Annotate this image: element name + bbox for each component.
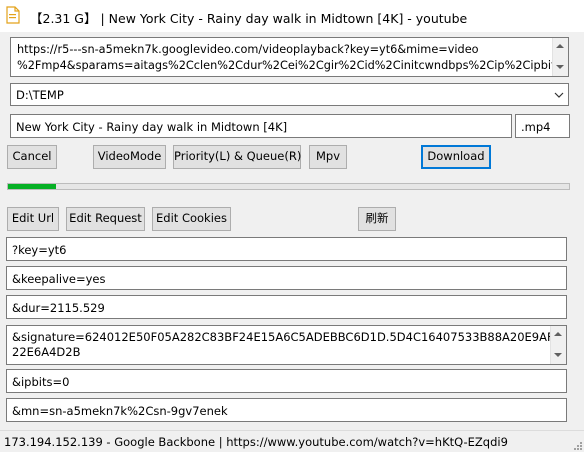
title-size: 【2.31 G】: [30, 11, 97, 26]
url-text: https://r5---sn-a5mekn7k.googlevideo.com…: [17, 43, 562, 72]
status-text: 173.194.152.139 - Google Backbone | http…: [4, 435, 508, 449]
param-ipbits-text: &ipbits=0: [12, 375, 70, 389]
cancel-button[interactable]: Cancel: [7, 145, 57, 169]
save-dir-text: D:\TEMP: [16, 88, 64, 102]
param-mn-text: &mn=sn-a5mekn7k%2Csn-9gv7enek: [12, 404, 228, 418]
param-keepalive-text: &keepalive=yes: [12, 272, 106, 286]
param-signature-text: &signature=624012E50F05A282C83BF24E15A6C…: [12, 330, 567, 359]
signature-scrollbar[interactable]: [550, 326, 566, 364]
param-mn-field[interactable]: &mn=sn-a5mekn7k%2Csn-9gv7enek: [6, 398, 567, 422]
param-key-text: ?key=yt6: [12, 243, 67, 257]
download-progress-bar: [7, 183, 570, 190]
scroll-up-arrow[interactable]: [554, 332, 562, 336]
param-signature-field[interactable]: &signature=624012E50F05A282C83BF24E15A6C…: [6, 325, 567, 365]
file-ext-input[interactable]: .mp4: [515, 114, 570, 138]
save-dir-combo[interactable]: D:\TEMP: [10, 83, 569, 106]
refresh-button[interactable]: 刷新: [358, 207, 396, 231]
size-grip-icon[interactable]: [572, 440, 582, 450]
file-ext-text: .mp4: [521, 120, 551, 134]
videomode-button[interactable]: VideoMode: [93, 145, 166, 169]
title-bar: 【2.31 G】 | New York City - Rainy day wal…: [0, 0, 584, 32]
file-name-input[interactable]: New York City - Rainy day walk in Midtow…: [10, 114, 512, 138]
url-textarea[interactable]: https://r5---sn-a5mekn7k.googlevideo.com…: [10, 37, 569, 77]
scroll-up-arrow[interactable]: [556, 44, 564, 48]
scroll-down-arrow[interactable]: [554, 353, 562, 357]
url-scrollbar[interactable]: [552, 38, 568, 76]
status-bar: 173.194.152.139 - Google Backbone | http…: [0, 430, 584, 452]
param-ipbits-field[interactable]: &ipbits=0: [6, 369, 567, 393]
param-dur-text: &dur=2115.529: [12, 301, 105, 315]
window-title: 【2.31 G】 | New York City - Rainy day wal…: [30, 8, 467, 27]
priority-queue-button[interactable]: Priority(L) & Queue(R): [173, 145, 301, 169]
edit-cookies-button[interactable]: Edit Cookies: [152, 207, 231, 231]
progress-fill: [8, 184, 56, 189]
chevron-down-icon[interactable]: [554, 90, 564, 100]
edit-url-button[interactable]: Edit Url: [7, 207, 59, 231]
mpv-button[interactable]: Mpv: [309, 145, 347, 169]
param-key-field[interactable]: ?key=yt6: [6, 237, 567, 261]
param-dur-field[interactable]: &dur=2115.529: [6, 295, 567, 319]
file-name-text: New York City - Rainy day walk in Midtow…: [16, 120, 288, 134]
download-button[interactable]: Download: [421, 145, 491, 169]
scroll-down-arrow[interactable]: [556, 65, 564, 69]
title-label: | New York City - Rainy day walk in Midt…: [96, 11, 468, 26]
param-keepalive-field[interactable]: &keepalive=yes: [6, 266, 567, 290]
edit-request-button[interactable]: Edit Request: [66, 207, 145, 231]
document-icon: [6, 6, 20, 24]
